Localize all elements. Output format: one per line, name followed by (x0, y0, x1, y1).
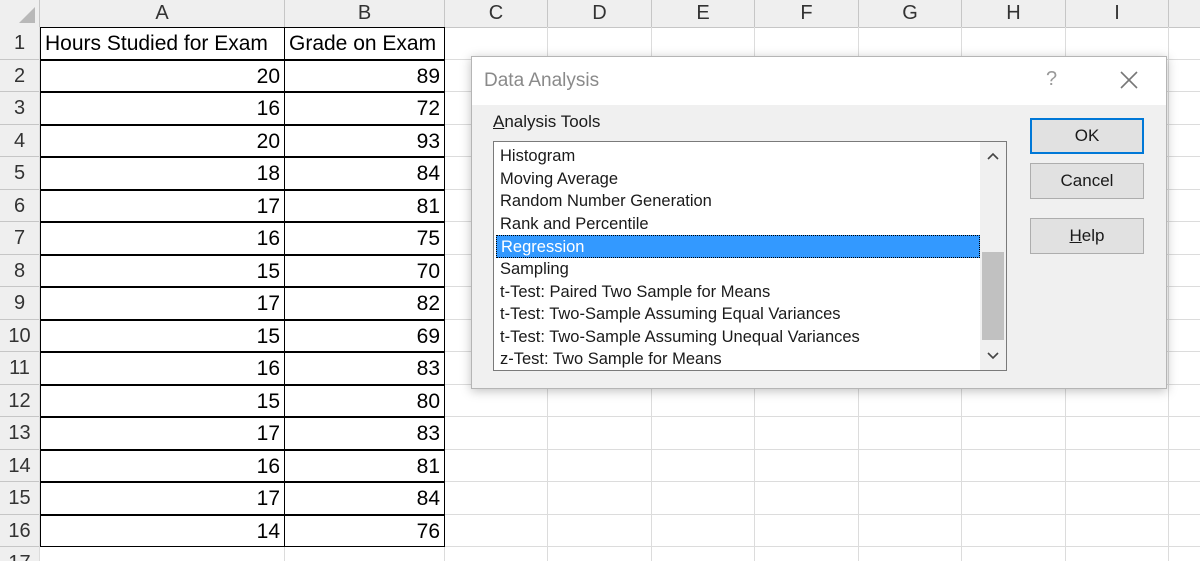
list-item[interactable]: z-Test: Two Sample for Means (496, 348, 980, 370)
select-all-corner[interactable] (0, 0, 40, 27)
cell-grade[interactable]: 93 (284, 124, 445, 157)
analysis-tools-label: Analysis Tools (493, 112, 600, 132)
cell-grade[interactable]: 80 (284, 384, 445, 417)
list-item[interactable]: t-Test: Two-Sample Assuming Unequal Vari… (496, 326, 980, 349)
cell-grade[interactable]: 82 (284, 287, 445, 320)
cell-hours[interactable]: 17 (40, 287, 285, 320)
cell-b1-header[interactable]: Grade on Exam (284, 27, 445, 60)
analysis-tools-label-rest: nalysis Tools (504, 112, 601, 131)
column-header-d[interactable]: D (548, 0, 652, 27)
cell-grade[interactable]: 83 (284, 417, 445, 450)
list-item-selected[interactable]: Regression (496, 235, 980, 258)
cell-hours[interactable]: 15 (40, 254, 285, 287)
cell-hours[interactable]: 20 (40, 59, 285, 92)
scroll-up-icon[interactable] (980, 146, 1006, 166)
analysis-tools-listbox[interactable]: Histogram Moving Average Random Number Gen… (493, 141, 1007, 371)
row-header-12[interactable]: 12 (0, 384, 40, 417)
row-header-9[interactable]: 9 (0, 287, 40, 320)
row-header-14[interactable]: 14 (0, 449, 40, 482)
row-header-4[interactable]: 4 (0, 124, 40, 157)
select-all-triangle-icon (19, 7, 35, 23)
cell-hours[interactable]: 16 (40, 352, 285, 385)
column-header-g[interactable]: G (859, 0, 962, 27)
cell-hours[interactable]: 16 (40, 449, 285, 482)
column-header-c[interactable]: C (445, 0, 548, 27)
cell-grade[interactable]: 81 (284, 189, 445, 222)
row-header-15[interactable]: 15 (0, 482, 40, 515)
ok-button[interactable]: OK (1030, 118, 1144, 154)
cell-grade[interactable]: 84 (284, 482, 445, 515)
cell-hours[interactable]: 14 (40, 514, 285, 547)
row-header-1[interactable]: 1 (0, 27, 40, 60)
analysis-tools-label-accesskey: A (493, 112, 505, 131)
row-header-6[interactable]: 6 (0, 189, 40, 222)
cell-grade[interactable]: 75 (284, 222, 445, 255)
scroll-down-icon[interactable] (980, 346, 1006, 366)
help-button[interactable]: Help (1030, 218, 1144, 254)
list-item[interactable]: Rank and Percentile (496, 213, 980, 236)
cell-hours[interactable]: 18 (40, 157, 285, 190)
cell-grade[interactable]: 83 (284, 352, 445, 385)
dialog-titlebar: Data Analysis ? (472, 57, 1166, 105)
help-question-icon[interactable]: ? (1046, 68, 1057, 91)
cell-grade[interactable]: 89 (284, 59, 445, 92)
row-header-2[interactable]: 2 (0, 59, 40, 92)
list-item[interactable]: t-Test: Paired Two Sample for Means (496, 281, 980, 304)
cell-grade[interactable]: 69 (284, 319, 445, 352)
column-header-a[interactable]: A (40, 0, 285, 27)
cell-hours[interactable]: 15 (40, 384, 285, 417)
dialog-title: Data Analysis (484, 70, 600, 91)
row-header-10[interactable]: 10 (0, 319, 40, 352)
help-button-rest: elp (1081, 226, 1105, 245)
scroll-thumb[interactable] (982, 252, 1004, 340)
cell-grade[interactable]: 72 (284, 92, 445, 125)
row-header-8[interactable]: 8 (0, 254, 40, 287)
cell-hours[interactable]: 17 (40, 482, 285, 515)
row-header-16[interactable]: 16 (0, 514, 40, 547)
row-header-3[interactable]: 3 (0, 92, 40, 125)
list-item[interactable]: Moving Average (496, 168, 980, 191)
list-item[interactable]: Random Number Generation (496, 190, 980, 213)
cell-hours[interactable]: 15 (40, 319, 285, 352)
column-header-h[interactable]: H (962, 0, 1066, 27)
close-icon[interactable] (1118, 69, 1140, 91)
cell-hours[interactable]: 17 (40, 189, 285, 222)
cell-grade[interactable]: 70 (284, 254, 445, 287)
cell-a1-header[interactable]: Hours Studied for Exam (40, 27, 285, 60)
column-header-i[interactable]: I (1066, 0, 1169, 27)
cell-hours[interactable]: 16 (40, 92, 285, 125)
list-item[interactable]: t-Test: Two-Sample Assuming Equal Varian… (496, 303, 980, 326)
cell-grade[interactable]: 81 (284, 449, 445, 482)
cell-hours[interactable]: 17 (40, 417, 285, 450)
cancel-button[interactable]: Cancel (1030, 163, 1144, 199)
row-header-17[interactable]: 17 (0, 547, 40, 561)
cell-hours[interactable]: 20 (40, 124, 285, 157)
help-button-accesskey: H (1069, 226, 1082, 245)
list-item[interactable]: Sampling (496, 258, 980, 281)
row-header-11[interactable]: 11 (0, 352, 40, 385)
column-header-e[interactable]: E (652, 0, 755, 27)
cell-hours[interactable]: 16 (40, 222, 285, 255)
column-header-b[interactable]: B (285, 0, 445, 27)
row-header-5[interactable]: 5 (0, 157, 40, 190)
listbox-scrollbar[interactable] (980, 142, 1006, 370)
row-header-13[interactable]: 13 (0, 417, 40, 450)
row-header-7[interactable]: 7 (0, 222, 40, 255)
list-item[interactable]: Histogram (496, 145, 980, 168)
cell-grade[interactable]: 76 (284, 514, 445, 547)
column-header-f[interactable]: F (755, 0, 859, 27)
cell-grade[interactable]: 84 (284, 157, 445, 190)
gridline-vertical (1168, 27, 1169, 561)
data-analysis-dialog: Data Analysis ? Analysis Tools Histogram… (471, 56, 1167, 389)
